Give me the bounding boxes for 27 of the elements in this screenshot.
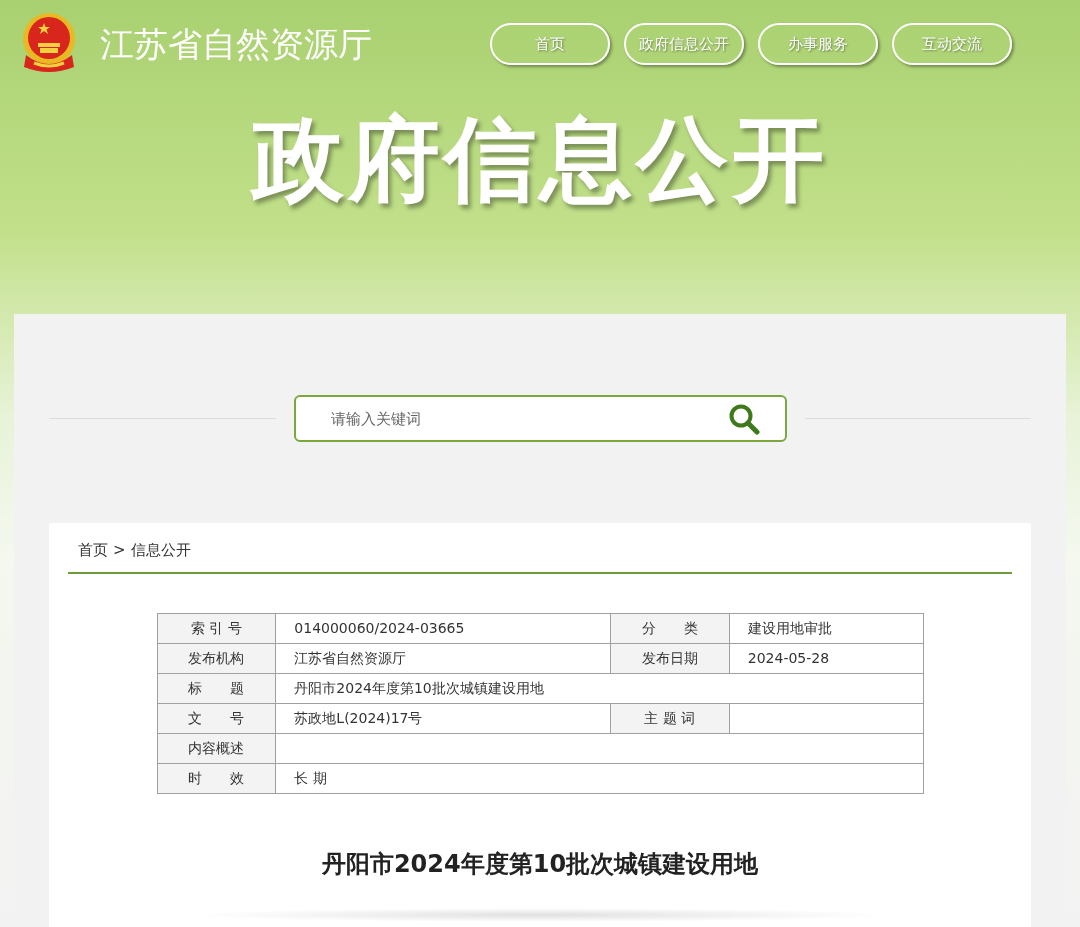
field-label: 标 题	[157, 673, 276, 703]
search-field[interactable]: 请输入关键词	[293, 395, 787, 442]
breadcrumb-link[interactable]: 信息公开	[130, 539, 191, 562]
breadcrumb-separator: >	[113, 540, 126, 561]
field-value: 014000060/2024-03665	[275, 613, 611, 643]
field-label: 主 题 词	[610, 703, 730, 733]
nav-button[interactable]: 互动交流	[892, 23, 1012, 65]
breadcrumb-link[interactable]: 首页	[78, 539, 108, 562]
field-value: 丹阳市2024年度第10批次城镇建设用地	[275, 673, 923, 703]
field-label: 分 类	[610, 613, 730, 643]
field-label: 时 效	[157, 763, 276, 793]
field-value: 2024-05-28	[729, 643, 923, 673]
site-name: 江苏省自然资源厅	[100, 27, 372, 61]
field-value: 建设用地审批	[729, 613, 923, 643]
nav-button[interactable]: 首页	[490, 23, 610, 65]
field-label: 发布机构	[157, 643, 276, 673]
search-icon[interactable]	[727, 403, 760, 435]
field-label: 索 引 号	[157, 613, 276, 643]
field-label: 内容概述	[157, 733, 276, 763]
field-value: 长 期	[275, 763, 923, 793]
nav-button[interactable]: 政府信息公开	[624, 23, 744, 65]
field-value: 苏政地L(2024)17号	[275, 703, 611, 733]
field-value: 江苏省自然资源厅	[275, 643, 611, 673]
field-label: 文 号	[157, 703, 276, 733]
article-title: 丹阳市2024年度第10批次城镇建设用地	[321, 848, 759, 880]
nav-button[interactable]: 办事服务	[758, 23, 878, 65]
field-label: 发布日期	[610, 643, 730, 673]
